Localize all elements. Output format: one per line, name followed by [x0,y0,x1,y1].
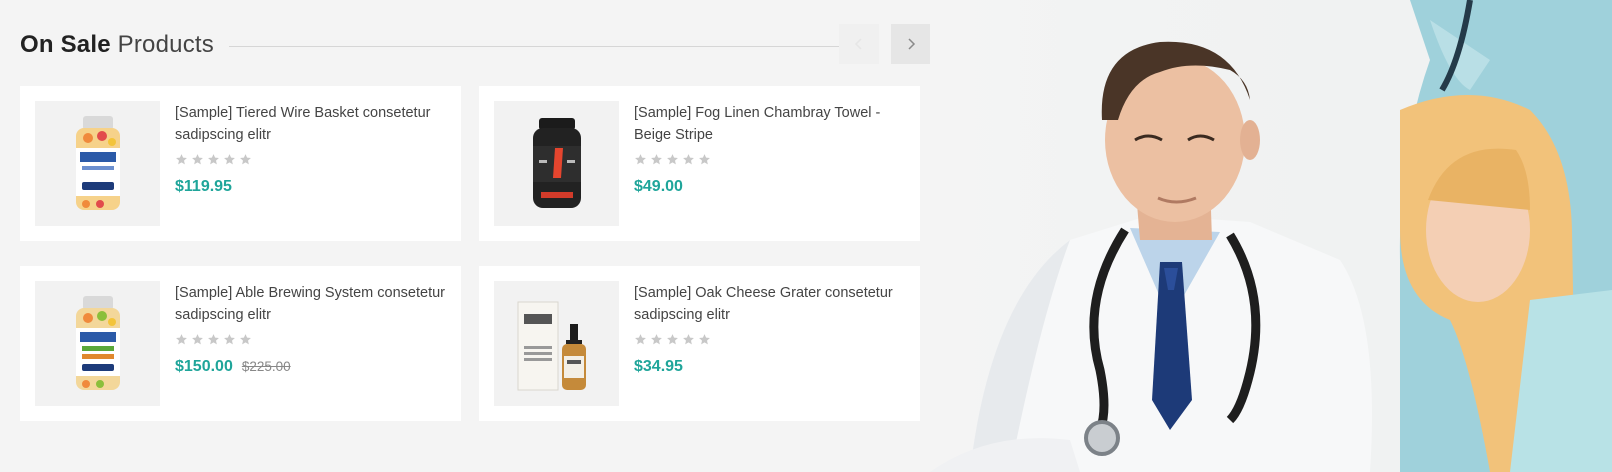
section-title-light: Products [117,31,214,58]
star-icon [635,334,646,345]
star-icon [224,334,235,345]
star-icon [240,334,251,345]
star-icon [635,154,646,165]
chevron-left-icon [854,38,862,50]
star-icon [651,154,662,165]
product-price: $49.00 [634,178,683,195]
star-icon [208,334,219,345]
product-name[interactable]: [Sample] Able Brewing System consetetur … [175,282,453,326]
star-icon [208,154,219,165]
star-icon [192,154,203,165]
product-image[interactable] [35,101,160,226]
product-card[interactable]: [Sample] Able Brewing System consetetur … [20,266,461,421]
star-icon [651,334,662,345]
product-price: $119.95 [175,178,232,195]
rating-stars [175,333,252,346]
price-row: $150.00 $225.00 [175,358,291,376]
star-icon [240,154,251,165]
oil-dropper-box-icon [517,301,586,390]
star-icon [176,154,187,165]
star-icon [683,154,694,165]
product-image[interactable] [494,101,619,226]
rating-stars [634,153,711,166]
rating-stars [175,153,252,166]
price-row: $49.00 [634,178,683,196]
star-icon [224,154,235,165]
product-name[interactable]: [Sample] Fog Linen Chambray Towel - Beig… [634,102,912,146]
product-card[interactable]: [Sample] Tiered Wire Basket consetetur s… [20,86,461,241]
star-icon [699,334,710,345]
section-header: On Sale Products [20,24,931,64]
rating-stars [634,333,711,346]
product-image[interactable] [35,281,160,406]
star-icon [683,334,694,345]
hero-image [930,0,1612,472]
supplement-tub-icon [532,117,581,208]
gummies-bottle-icon [75,115,120,210]
star-icon [667,334,678,345]
product-card[interactable]: [Sample] Fog Linen Chambray Towel - Beig… [479,86,920,241]
star-icon [667,154,678,165]
product-name[interactable]: [Sample] Oak Cheese Grater consetetur sa… [634,282,912,326]
header-divider [229,46,850,47]
star-icon [176,334,187,345]
product-price: $150.00 [175,358,233,375]
product-name[interactable]: [Sample] Tiered Wire Basket consetetur s… [175,102,453,146]
star-icon [699,154,710,165]
doctor-patient-photo [930,0,1612,472]
price-row: $119.95 [175,178,232,196]
section-title-bold: On Sale [20,31,111,58]
carousel-next-button[interactable] [891,24,931,64]
price-row: $34.95 [634,358,683,376]
star-icon [192,334,203,345]
product-card[interactable]: [Sample] Oak Cheese Grater consetetur sa… [479,266,920,421]
product-price: $34.95 [634,358,683,375]
product-image[interactable] [494,281,619,406]
section-title: On Sale Products [20,31,214,59]
on-sale-section: On Sale Products [Sample] Tiered Wire Ba… [0,0,1612,472]
chevron-right-icon [908,38,916,50]
product-old-price: $225.00 [241,359,291,374]
gummies-bottle-icon [75,295,120,390]
carousel-prev-button[interactable] [839,24,879,64]
